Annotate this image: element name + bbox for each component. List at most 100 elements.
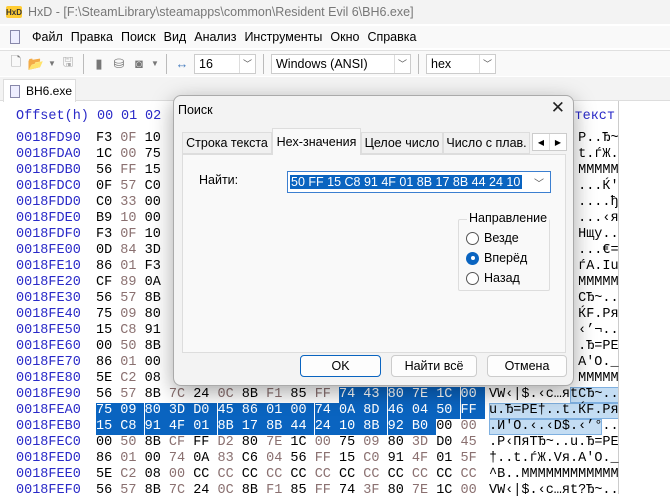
save-icon[interactable]: 🖫 bbox=[60, 54, 76, 73]
hex-byte[interactable]: 8B bbox=[266, 419, 291, 435]
hex-byte[interactable]: 10 bbox=[145, 131, 169, 147]
hex-byte[interactable]: 08 bbox=[145, 467, 169, 483]
hex-byte[interactable]: 75 bbox=[96, 403, 120, 419]
hex-byte[interactable]: 3D bbox=[168, 403, 193, 419]
hex-byte[interactable]: 74 bbox=[314, 403, 339, 419]
tab-text-string[interactable]: Строка текста bbox=[182, 132, 272, 154]
hex-byte[interactable]: 08 bbox=[145, 371, 169, 387]
hex-byte[interactable]: 00 bbox=[169, 467, 193, 483]
hex-byte[interactable]: 00 bbox=[460, 387, 485, 403]
hex-byte[interactable]: 7E bbox=[411, 387, 436, 403]
decoded-text[interactable]: VW‹|$.‹с…яtCЂ~.. bbox=[489, 387, 619, 403]
hex-byte[interactable]: 85 bbox=[290, 483, 314, 499]
menu-tools[interactable]: Инструменты bbox=[240, 30, 326, 44]
hex-byte[interactable]: FF bbox=[460, 403, 485, 419]
hex-byte[interactable]: 57 bbox=[120, 179, 144, 195]
hex-byte[interactable]: 86 bbox=[96, 451, 120, 467]
hex-byte[interactable]: 8B bbox=[145, 387, 169, 403]
ok-button[interactable]: OK bbox=[300, 355, 381, 377]
menu-edit[interactable]: Правка bbox=[67, 30, 117, 44]
hex-byte[interactable]: 5F bbox=[461, 451, 485, 467]
hex-byte[interactable]: 80 bbox=[388, 435, 412, 451]
hex-byte[interactable]: 91 bbox=[145, 323, 169, 339]
hex-byte[interactable]: 83 bbox=[218, 451, 242, 467]
offset-base-select[interactable]: hex ﹀ bbox=[426, 53, 496, 74]
hex-byte[interactable]: 15 bbox=[339, 451, 363, 467]
hex-byte[interactable]: CC bbox=[315, 467, 339, 483]
decoded-text[interactable]: u.Ђ=PE†..t.ЌF.Ря bbox=[489, 403, 619, 419]
hex-byte[interactable]: 3F bbox=[363, 483, 387, 499]
ram-icon[interactable]: ▮ bbox=[91, 55, 107, 73]
hex-byte[interactable]: 0D bbox=[96, 243, 120, 259]
hex-byte[interactable]: C8 bbox=[120, 323, 144, 339]
dropdown-arrow-icon[interactable]: ▼ bbox=[151, 55, 159, 73]
hex-byte[interactable]: 8B bbox=[145, 291, 169, 307]
hex-byte[interactable]: 00 bbox=[145, 211, 169, 227]
decoded-text[interactable]: ^В..MMMMMMMMMMMM bbox=[489, 467, 619, 483]
cancel-button[interactable]: Отмена bbox=[487, 355, 567, 377]
hex-byte[interactable]: 74 bbox=[339, 483, 363, 499]
hex-byte[interactable]: 46 bbox=[387, 403, 412, 419]
decoded-text[interactable]: MMMMM bbox=[578, 275, 619, 291]
hex-byte[interactable]: 75 bbox=[96, 307, 120, 323]
hex-byte[interactable]: CF bbox=[96, 275, 120, 291]
hex-byte[interactable]: D0 bbox=[436, 435, 460, 451]
hex-byte[interactable]: 43 bbox=[363, 387, 388, 403]
hex-byte[interactable]: 91 bbox=[144, 419, 169, 435]
hex-byte[interactable]: 8D bbox=[363, 403, 388, 419]
hex-byte[interactable]: 56 bbox=[96, 163, 120, 179]
hex-byte[interactable]: 50 bbox=[120, 435, 144, 451]
hex-byte[interactable]: F3 bbox=[145, 259, 169, 275]
hex-byte[interactable]: 80 bbox=[387, 387, 412, 403]
hex-byte[interactable]: 7C bbox=[169, 387, 193, 403]
hex-byte[interactable]: D2 bbox=[218, 435, 242, 451]
decoded-text[interactable]: P..Ђ~ bbox=[578, 131, 619, 147]
hex-byte[interactable]: 00 bbox=[145, 355, 169, 371]
hex-byte[interactable]: 86 bbox=[241, 403, 266, 419]
hex-byte[interactable]: 7E bbox=[412, 483, 436, 499]
hex-byte[interactable]: B9 bbox=[96, 211, 120, 227]
bytes-per-row-select[interactable]: 16 ﹀ bbox=[194, 53, 256, 74]
hex-byte[interactable]: 8B bbox=[145, 483, 169, 499]
decoded-text[interactable]: .И'O.‹.‹D$.‹’°.. bbox=[489, 419, 619, 435]
hex-byte[interactable]: 01 bbox=[120, 259, 144, 275]
tab-float[interactable]: Число с плав. bbox=[443, 132, 530, 154]
arrow-right-icon[interactable]: ▶ bbox=[550, 134, 566, 150]
hex-byte[interactable]: 15 bbox=[96, 323, 120, 339]
hex-byte[interactable]: 57 bbox=[120, 291, 144, 307]
hex-byte[interactable]: 84 bbox=[120, 243, 144, 259]
hex-byte[interactable]: CC bbox=[242, 467, 266, 483]
hex-byte[interactable]: C6 bbox=[242, 451, 266, 467]
hex-byte[interactable]: 0A bbox=[193, 451, 217, 467]
decoded-text[interactable]: ЌF.Ря bbox=[578, 307, 619, 323]
hex-byte[interactable]: 5E bbox=[96, 371, 120, 387]
hex-byte[interactable]: C8 bbox=[120, 419, 145, 435]
hex-byte[interactable]: 57 bbox=[120, 483, 144, 499]
hex-byte[interactable]: F3 bbox=[96, 227, 120, 243]
decoded-text[interactable]: †..t.ѓЖ.Vя.А'O._ bbox=[489, 451, 619, 467]
hex-byte[interactable]: F3 bbox=[96, 131, 120, 147]
find-input[interactable]: 50 FF 15 C8 91 4F 01 8B 17 8B 44 24 10 8… bbox=[290, 175, 522, 189]
hex-byte[interactable]: 33 bbox=[120, 195, 144, 211]
hex-byte[interactable]: 0A bbox=[339, 403, 363, 419]
hex-byte[interactable]: 0A bbox=[145, 275, 169, 291]
tab-hex-values[interactable]: Hex-значения bbox=[272, 128, 361, 155]
hex-byte[interactable]: 01 bbox=[266, 403, 291, 419]
hex-byte[interactable]: 75 bbox=[339, 435, 363, 451]
hex-byte[interactable]: CC bbox=[266, 467, 290, 483]
hex-byte[interactable]: 1C bbox=[436, 483, 460, 499]
hex-byte[interactable]: 74 bbox=[339, 387, 363, 403]
hex-byte[interactable]: 0C bbox=[218, 483, 242, 499]
hex-byte[interactable]: F1 bbox=[266, 483, 290, 499]
hex-byte[interactable]: 00 bbox=[315, 435, 339, 451]
menu-analysis[interactable]: Анализ bbox=[190, 30, 240, 44]
hex-byte[interactable]: 09 bbox=[120, 307, 144, 323]
hex-byte[interactable]: 15 bbox=[145, 163, 169, 179]
file-tab[interactable]: BH6.exe bbox=[3, 79, 76, 102]
hex-byte[interactable]: 8B bbox=[363, 419, 388, 435]
hex-byte[interactable]: 00 bbox=[145, 451, 169, 467]
hex-byte[interactable]: C0 bbox=[96, 195, 120, 211]
hex-byte[interactable]: 0C bbox=[218, 387, 242, 403]
decoded-text[interactable]: MMMMM bbox=[578, 163, 619, 179]
hex-byte[interactable]: 04 bbox=[266, 451, 290, 467]
